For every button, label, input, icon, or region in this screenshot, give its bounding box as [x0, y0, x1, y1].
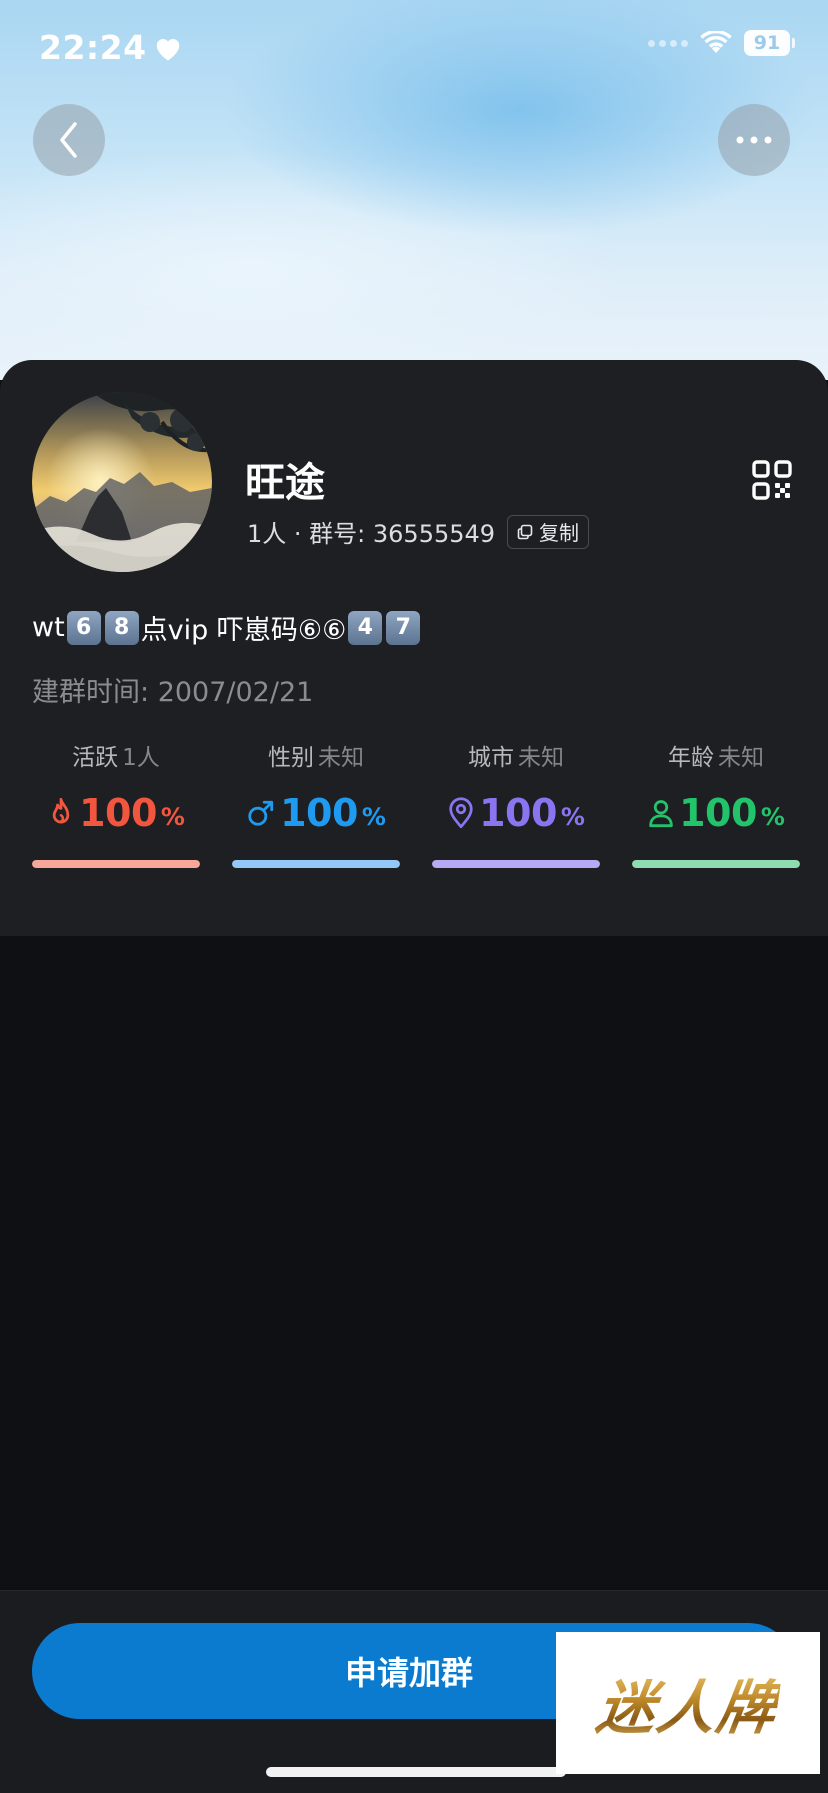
chevron-left-icon	[60, 122, 77, 158]
group-meta-row: 1人 · 群号: 36555549 复制	[247, 514, 590, 549]
copy-id-button[interactable]: 复制	[507, 514, 590, 549]
stat-progress-fill	[632, 860, 800, 868]
wifi-icon	[700, 31, 732, 53]
desc-prefix: wt	[32, 612, 65, 643]
desc-middle: 点vip 吓崽码⑥⑥	[140, 615, 347, 646]
stat-percent: 100	[679, 791, 757, 835]
home-indicator[interactable]	[266, 1767, 566, 1777]
stat-progress-bar	[32, 860, 200, 868]
more-horizontal-icon	[736, 136, 772, 144]
location-pin-icon	[449, 797, 473, 829]
stat-label: 年龄 未知	[668, 745, 764, 771]
meta-separator: ·	[286, 520, 310, 548]
status-bar: 22:24 91	[0, 0, 828, 96]
stat-value: 100%	[47, 790, 185, 836]
member-count-and-id: 1人 · 群号: 36555549	[247, 514, 495, 549]
member-count: 1人	[247, 520, 287, 548]
header-background: 22:24 91	[0, 0, 828, 380]
heart-icon	[156, 38, 179, 60]
stat-progress-bar	[432, 860, 600, 868]
stat-active[interactable]: 活跃 1人 100%	[32, 738, 200, 868]
stat-label: 城市 未知	[468, 745, 564, 771]
keycap-digit: 4	[348, 610, 383, 645]
battery-level: 91	[753, 32, 781, 54]
copy-label: 复制	[539, 521, 580, 545]
group-stats: 活跃 1人 100% 性别 未知 100% 城市 未知 100 % 年龄 未知 …	[32, 738, 800, 868]
back-button[interactable]	[33, 104, 105, 176]
stat-percent: 100	[79, 791, 157, 835]
stat-value: 100%	[447, 790, 585, 836]
male-icon	[248, 800, 274, 826]
status-time: 22:24	[39, 28, 147, 67]
battery-icon: 91	[744, 30, 795, 56]
group-avatar[interactable]	[32, 392, 212, 572]
created-label: 建群时间:	[32, 677, 158, 708]
stat-percent: 100	[479, 791, 557, 835]
stat-gender[interactable]: 性别 未知 100%	[232, 738, 400, 868]
keycap-digit: 7	[386, 610, 421, 645]
stat-value: 100%	[246, 790, 386, 836]
qr-code-button[interactable]	[752, 460, 792, 500]
more-options-button[interactable]	[718, 104, 790, 176]
stat-progress-bar	[232, 860, 400, 868]
stat-progress-fill	[432, 860, 600, 868]
stat-label: 活跃 1人	[72, 745, 160, 771]
person-icon	[649, 800, 673, 828]
stat-city[interactable]: 城市 未知 100%	[432, 738, 600, 868]
stat-value: 100%	[647, 790, 785, 836]
qr-code-icon	[752, 460, 792, 500]
watermark-logo: 迷人牌	[556, 1632, 820, 1774]
keycap-digit: 8	[104, 610, 139, 645]
status-time-group: 22:24	[39, 28, 183, 67]
stat-unit: %	[760, 803, 785, 831]
group-created-date: 建群时间: 2007/02/21	[32, 670, 313, 709]
stat-progress-fill	[232, 860, 400, 868]
stat-label: 性别 未知	[268, 745, 364, 771]
status-icons: 91	[648, 30, 795, 56]
group-id: 36555549	[372, 520, 496, 548]
stat-progress-fill	[32, 860, 200, 868]
created-date: 2007/02/21	[157, 677, 314, 708]
stat-progress-bar	[632, 860, 800, 868]
stat-unit: %	[361, 803, 386, 831]
group-info-card: 旺途 1人 · 群号: 36555549 复制 wt 6 8 点vip 吓崽码⑥…	[0, 360, 828, 936]
group-id-label: 群号:	[309, 520, 373, 548]
group-description: wt 6 8 点vip 吓崽码⑥⑥ 4 7	[32, 608, 422, 647]
group-name: 旺途	[245, 460, 325, 506]
cellular-signal-icon	[648, 39, 688, 47]
stat-unit: %	[160, 803, 185, 831]
stat-age[interactable]: 年龄 未知 100%	[632, 738, 800, 868]
copy-icon	[517, 524, 533, 539]
stat-unit: %	[560, 803, 585, 831]
keycap-digit: 6	[66, 610, 101, 645]
avatar-landscape-image	[32, 392, 212, 572]
flame-icon	[52, 797, 70, 824]
stat-percent: 100	[280, 791, 358, 835]
watermark-text: 迷人牌	[592, 1661, 784, 1745]
